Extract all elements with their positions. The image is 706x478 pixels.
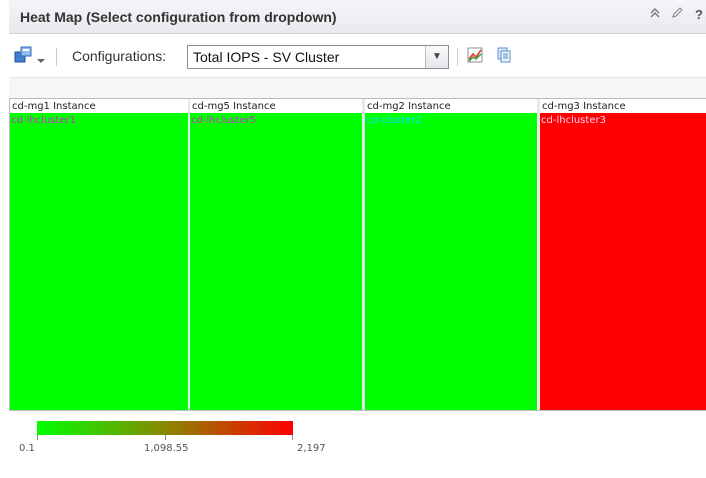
toolbar: Configurations: Total IOPS - SV Cluster … [9, 34, 706, 78]
edit-icon[interactable] [670, 7, 684, 22]
toolbar-separator [56, 48, 57, 66]
heatmap-cell[interactable]: cd-cluster2 [365, 113, 537, 410]
heatmap-cell[interactable]: cd-lhcluster1 [10, 113, 188, 410]
panel-header-actions: ? [648, 7, 706, 22]
cell-label: cd-lhcluster3 [541, 115, 606, 126]
legend-mid-label: 1,098.55 [144, 443, 189, 454]
column-header: cd-mg2 Instance [367, 101, 451, 112]
configurations-label: Configurations: [72, 48, 167, 64]
legend-gradient-bar [37, 421, 293, 435]
heatmap-column: cd-mg3 Instance cd-lhcluster3 [540, 99, 706, 410]
heatmap-grid: cd-mg1 Instance cd-lhcluster1 cd-mg5 Ins… [9, 98, 706, 411]
legend-tick [292, 435, 293, 440]
layout-icon[interactable] [14, 46, 34, 69]
configuration-select[interactable]: Total IOPS - SV Cluster ▼ [187, 45, 449, 69]
legend-max-label: 2,197 [297, 443, 326, 454]
color-legend: 0.1 1,098.55 2,197 [9, 411, 706, 478]
heatmap-column: cd-mg5 Instance cd-lhcluster5 [190, 99, 362, 410]
toolbar-separator [457, 48, 458, 66]
heatmap-column: cd-mg1 Instance cd-lhcluster1 [10, 99, 188, 410]
heatmap-cell[interactable]: cd-lhcluster5 [190, 113, 362, 410]
legend-tick [37, 435, 38, 440]
chevron-down-icon[interactable]: ▼ [425, 46, 448, 68]
help-icon[interactable]: ? [692, 7, 706, 22]
legend-tick [165, 435, 166, 440]
chart-icon[interactable] [467, 47, 483, 68]
column-header: cd-mg5 Instance [192, 101, 276, 112]
heatmap-cell[interactable]: cd-lhcluster3 [540, 113, 706, 410]
panel-header: Heat Map (Select configuration from drop… [9, 0, 706, 34]
dropdown-icon[interactable] [36, 51, 46, 69]
collapse-icon[interactable] [648, 7, 662, 22]
cell-label: cd-lhcluster5 [191, 115, 256, 126]
cell-label: cd-cluster2 [366, 115, 422, 126]
heatmap-column: cd-mg2 Instance cd-cluster2 [365, 99, 537, 410]
legend-min-label: 0.1 [19, 443, 35, 454]
column-header: cd-mg1 Instance [12, 101, 96, 112]
cell-label: cd-lhcluster1 [11, 115, 76, 126]
copy-icon[interactable] [496, 47, 512, 68]
configuration-select-value: Total IOPS - SV Cluster [193, 49, 340, 65]
heatmap-panel: cd-mg1 Instance cd-lhcluster1 cd-mg5 Ins… [9, 78, 706, 478]
panel-title: Heat Map (Select configuration from drop… [20, 9, 337, 25]
column-header: cd-mg3 Instance [542, 101, 626, 112]
